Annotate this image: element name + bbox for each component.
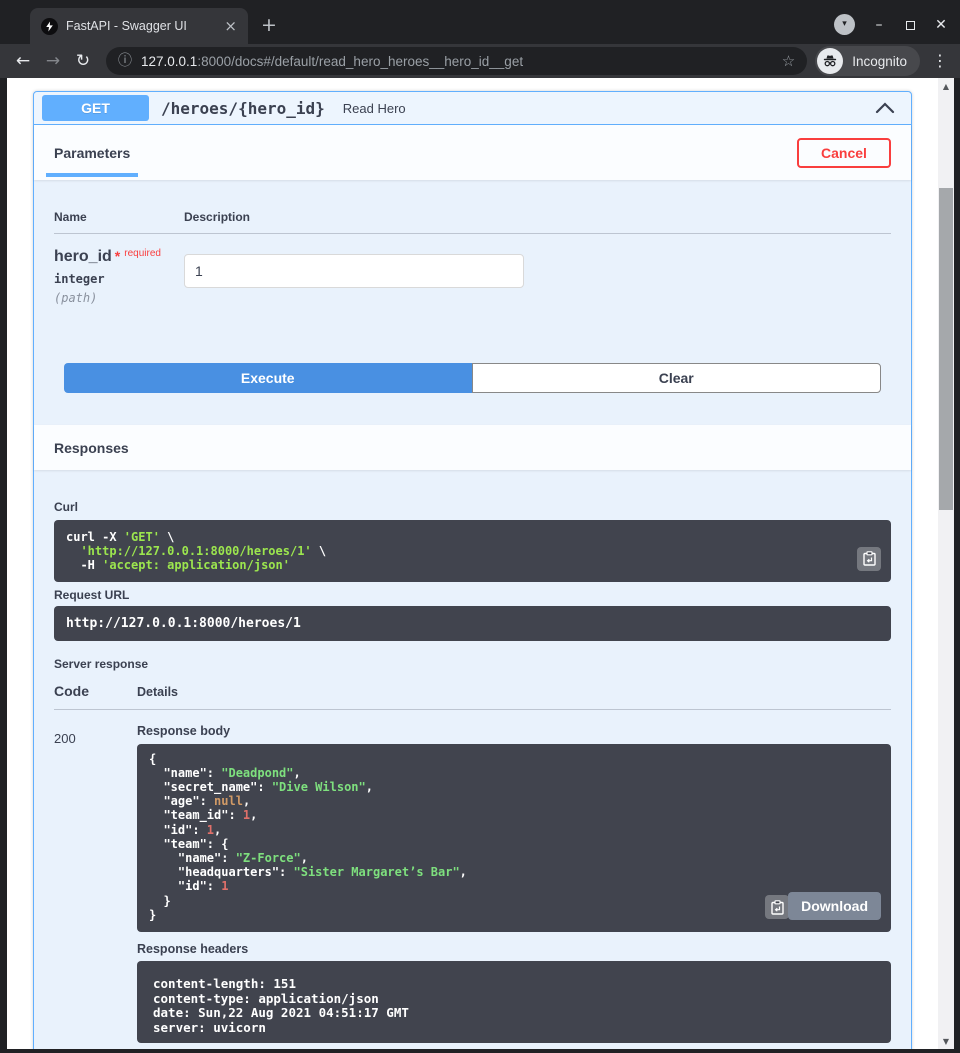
scrollbar-thumb[interactable] <box>939 188 953 510</box>
tab-close-icon[interactable]: × <box>219 19 242 34</box>
incognito-label: Incognito <box>852 54 907 69</box>
cancel-button[interactable]: Cancel <box>797 138 891 168</box>
copy-curl-button[interactable] <box>857 547 881 571</box>
bookmark-star-icon[interactable]: ☆ <box>782 54 795 69</box>
curl-code-block: curl -X 'GET' \ 'http://127.0.0.1:8000/h… <box>54 520 891 582</box>
vertical-scrollbar[interactable]: ▲ ▼ <box>938 78 954 1049</box>
execute-row: Execute Clear <box>64 363 881 393</box>
status-code: 200 <box>54 724 137 1043</box>
new-tab-button[interactable]: + <box>261 16 277 35</box>
swagger-page: GET /heroes/{hero_id} Read Hero Paramete… <box>7 78 938 1049</box>
parameter-name: hero_id*required <box>54 248 184 266</box>
incognito-icon <box>817 48 843 74</box>
column-code: Code <box>54 683 137 699</box>
parameter-type: integer <box>54 272 184 286</box>
url-host: 127.0.0.1 <box>141 54 197 69</box>
method-badge: GET <box>42 95 149 121</box>
column-description: Description <box>184 210 250 224</box>
execute-button[interactable]: Execute <box>64 363 472 393</box>
curl-label: Curl <box>54 500 891 514</box>
server-response-table-header: Code Details <box>54 683 891 710</box>
request-url-label: Request URL <box>54 588 891 602</box>
site-info-icon[interactable]: ⓘ <box>118 54 132 68</box>
page-viewport: GET /heroes/{hero_id} Read Hero Paramete… <box>0 78 960 1049</box>
endpoint-summary-row[interactable]: GET /heroes/{hero_id} Read Hero <box>34 92 911 125</box>
required-star: * <box>115 248 120 264</box>
scroll-up-button[interactable]: ▲ <box>938 78 954 94</box>
url-bar[interactable]: ⓘ 127.0.0.1:8000/docs#/default/read_hero… <box>106 47 807 75</box>
request-url-block: http://127.0.0.1:8000/heroes/1 <box>54 606 891 641</box>
menu-icon[interactable]: ⋮ <box>932 53 948 69</box>
parameters-body: Name Description hero_id*required intege… <box>34 180 911 425</box>
responses-body: Curl curl -X 'GET' \ 'http://127.0.0.1:8… <box>34 470 911 1049</box>
column-details: Details <box>137 685 891 699</box>
clear-button[interactable]: Clear <box>472 363 882 393</box>
tab-bar: FastAPI - Swagger UI × + ▾ – ✕ <box>0 0 960 44</box>
parameters-tab-active-indicator <box>46 173 138 177</box>
request-url-value: http://127.0.0.1:8000/heroes/1 <box>66 616 879 631</box>
tab-title: FastAPI - Swagger UI <box>66 19 219 33</box>
parameters-table-header: Name Description <box>54 180 891 234</box>
forward-button[interactable]: → <box>38 53 68 70</box>
window-controls: ▾ – ✕ <box>834 14 948 35</box>
browser-window: FastAPI - Swagger UI × + ▾ – ✕ ← → ↻ ⓘ 1… <box>0 0 960 1053</box>
download-button[interactable]: Download <box>788 892 881 920</box>
opblock-get-heroes-hero-id: GET /heroes/{hero_id} Read Hero Paramete… <box>33 91 912 1049</box>
maximize-icon <box>906 21 915 30</box>
responses-section-header: Responses <box>34 425 911 470</box>
endpoint-path: /heroes/{hero_id} <box>161 99 325 118</box>
server-response-row: 200 Response body { "name": "Deadpond", … <box>54 710 891 1043</box>
tab-parameters[interactable]: Parameters <box>54 145 130 161</box>
back-button[interactable]: ← <box>8 53 38 70</box>
copy-response-button[interactable] <box>765 895 789 919</box>
parameter-row: hero_id*required integer (path) <box>54 234 891 325</box>
server-response-label: Server response <box>54 657 891 671</box>
browser-tab[interactable]: FastAPI - Swagger UI × <box>30 8 248 44</box>
response-headers-block: content-length: 151content-type: applica… <box>137 961 891 1043</box>
collapse-chevron-icon[interactable] <box>875 102 895 114</box>
browser-toolbar: ← → ↻ ⓘ 127.0.0.1:8000/docs#/default/rea… <box>0 44 960 78</box>
required-label: required <box>124 248 161 259</box>
responses-title: Responses <box>54 440 129 456</box>
url-path: :8000/docs#/default/read_hero_heroes__he… <box>197 54 523 69</box>
maximize-button[interactable] <box>903 18 917 32</box>
reload-button[interactable]: ↻ <box>68 53 98 70</box>
parameters-table: Name Description hero_id*required intege… <box>34 180 911 325</box>
url-text: 127.0.0.1:8000/docs#/default/read_hero_h… <box>141 54 774 69</box>
tab-search-button[interactable]: ▾ <box>834 14 855 35</box>
incognito-badge: Incognito <box>815 46 920 76</box>
caret-down-icon: ▾ <box>842 20 847 29</box>
hero-id-input[interactable] <box>184 254 524 288</box>
endpoint-description: Read Hero <box>343 101 406 116</box>
parameter-location: (path) <box>54 291 184 305</box>
column-name: Name <box>54 210 184 224</box>
parameters-section-header: Parameters Cancel <box>34 125 911 180</box>
minimize-button[interactable]: – <box>872 18 886 32</box>
scroll-down-button[interactable]: ▼ <box>938 1033 954 1049</box>
response-headers-label: Response headers <box>137 942 891 956</box>
response-body-block: { "name": "Deadpond", "secret_name": "Di… <box>137 744 891 932</box>
close-window-button[interactable]: ✕ <box>934 18 948 32</box>
response-body-label: Response body <box>137 724 891 738</box>
fastapi-logo-icon <box>41 18 58 35</box>
